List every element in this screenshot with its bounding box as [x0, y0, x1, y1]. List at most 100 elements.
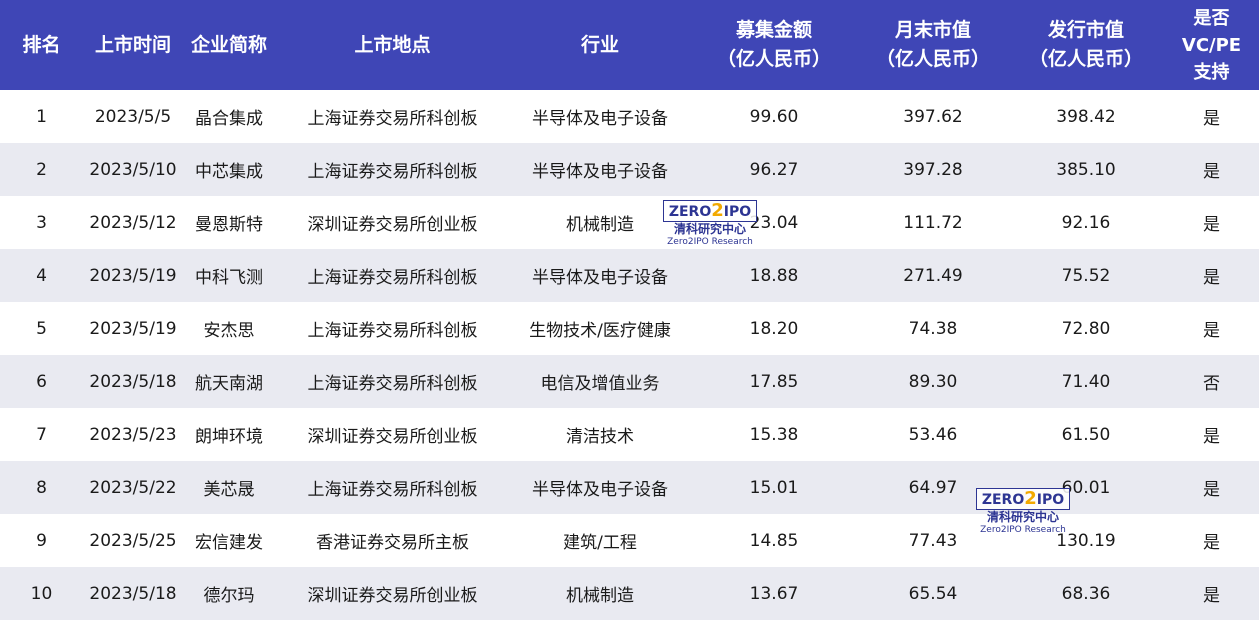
cell-industry: 电信及增值业务 — [510, 355, 690, 408]
cell-rank: 5 — [0, 302, 83, 355]
cell-issue-cap: 75.52 — [1008, 249, 1164, 302]
cell-issue-cap: 71.40 — [1008, 355, 1164, 408]
cell-exchange: 深圳证券交易所创业板 — [275, 567, 510, 620]
cell-date: 2023/5/18 — [83, 567, 183, 620]
cell-date: 2023/5/19 — [83, 302, 183, 355]
table-body: 1 2023/5/5 晶合集成 上海证券交易所科创板 半导体及电子设备 99.60 397.… — [0, 90, 1259, 620]
zero2ipo-logo: ZERO2IPO — [663, 200, 757, 222]
header-industry: 行业 — [510, 0, 690, 90]
cell-raised: 96.27 — [690, 143, 858, 196]
header-exchange: 上市地点 — [275, 0, 510, 90]
header-issue-cap: 发行市值 （亿人民币） — [1008, 0, 1164, 90]
cell-industry: 半导体及电子设备 — [510, 249, 690, 302]
table-row: 8 2023/5/22 美芯晟 上海证券交易所科创板 半导体及电子设备 15.01 64.9… — [0, 461, 1259, 514]
cell-exchange: 深圳证券交易所创业板 — [275, 408, 510, 461]
cell-vc-pe: 是 — [1164, 143, 1259, 196]
watermark-logo: ZERO2IPO 清科研究中心 Zero2IPO Research — [663, 200, 757, 254]
watermark-cn-2: 清科研究中心 — [986, 510, 1059, 524]
watermark-en-2: Zero2IPO Research — [980, 525, 1066, 535]
table-row: 1 2023/5/5 晶合集成 上海证券交易所科创板 半导体及电子设备 99.60 397.… — [0, 90, 1259, 143]
cell-date: 2023/5/12 — [83, 196, 183, 249]
cell-company: 美芯晟 — [183, 461, 275, 514]
cell-date: 2023/5/25 — [83, 514, 183, 567]
cell-month-end-cap: 397.28 — [858, 143, 1008, 196]
cell-company: 宏信建发 — [183, 514, 275, 567]
cell-industry: 半导体及电子设备 — [510, 143, 690, 196]
cell-raised: 13.67 — [690, 567, 858, 620]
cell-issue-cap: 385.10 — [1008, 143, 1164, 196]
cell-rank: 4 — [0, 249, 83, 302]
cell-vc-pe: 是 — [1164, 567, 1259, 620]
cell-rank: 3 — [0, 196, 83, 249]
table-row: 2 2023/5/10 中芯集成 上海证券交易所科创板 半导体及电子设备 96.27 397… — [0, 143, 1259, 196]
watermark-logo-2: ZERO2IPO 清科研究中心 Zero2IPO Research — [976, 488, 1070, 542]
cell-rank: 2 — [0, 143, 83, 196]
header-date: 上市时间 — [83, 0, 183, 90]
cell-issue-cap: 68.36 — [1008, 567, 1164, 620]
watermark-cn: 清科研究中心 — [673, 222, 746, 236]
cell-exchange: 上海证券交易所科创板 — [275, 143, 510, 196]
cell-vc-pe: 是 — [1164, 461, 1259, 514]
ipo-ranking-table: 排名 上市时间 企业简称 上市地点 行业 募集金额 （亿人民币） 月末市值 （亿… — [0, 0, 1259, 620]
header-raised: 募集金额 （亿人民币） — [690, 0, 858, 90]
cell-company: 中芯集成 — [183, 143, 275, 196]
cell-date: 2023/5/22 — [83, 461, 183, 514]
cell-issue-cap: 61.50 — [1008, 408, 1164, 461]
cell-date: 2023/5/18 — [83, 355, 183, 408]
cell-rank: 7 — [0, 408, 83, 461]
cell-raised: 15.38 — [690, 408, 858, 461]
cell-raised: 14.85 — [690, 514, 858, 567]
cell-company: 中科飞测 — [183, 249, 275, 302]
cell-raised: 17.85 — [690, 355, 858, 408]
header-issue-line1: 发行市值 — [1047, 19, 1124, 41]
table-row: 10 2023/5/18 德尔玛 深圳证券交易所创业板 机械制造 13.67 65.54 68… — [0, 567, 1259, 620]
cell-month-end-cap: 271.49 — [858, 249, 1008, 302]
cell-raised: 18.88 — [690, 249, 858, 302]
cell-company: 安杰思 — [183, 302, 275, 355]
cell-company: 德尔玛 — [183, 567, 275, 620]
cell-date: 2023/5/23 — [83, 408, 183, 461]
cell-vc-pe: 是 — [1164, 408, 1259, 461]
cell-rank: 9 — [0, 514, 83, 567]
cell-rank: 8 — [0, 461, 83, 514]
cell-date: 2023/5/5 — [83, 90, 183, 143]
header-raised-line1: 募集金额 — [735, 19, 812, 41]
table-row: 5 2023/5/19 安杰思 上海证券交易所科创板 生物技术/医疗健康 18.20 74.… — [0, 302, 1259, 355]
cell-month-end-cap: 65.54 — [858, 567, 1008, 620]
cell-industry: 建筑/工程 — [510, 514, 690, 567]
header-vc-pe: 是否 VC/PE 支持 — [1164, 0, 1259, 90]
cell-month-end-cap: 53.46 — [858, 408, 1008, 461]
cell-rank: 10 — [0, 567, 83, 620]
header-vc-line2: VC/PE — [1181, 34, 1242, 56]
header-month-end-cap: 月末市值 （亿人民币） — [858, 0, 1008, 90]
cell-exchange: 香港证券交易所主板 — [275, 514, 510, 567]
table-row: 6 2023/5/18 航天南湖 上海证券交易所科创板 电信及增值业务 17.85 89.3… — [0, 355, 1259, 408]
table-row: 3 2023/5/12 曼恩斯特 深圳证券交易所创业板 机械制造 23.04 111.72 9… — [0, 196, 1259, 249]
cell-vc-pe: 是 — [1164, 196, 1259, 249]
cell-company: 航天南湖 — [183, 355, 275, 408]
header-vc-line3: 支持 — [1193, 61, 1230, 83]
cell-company: 晶合集成 — [183, 90, 275, 143]
cell-company: 曼恩斯特 — [183, 196, 275, 249]
cell-industry: 清洁技术 — [510, 408, 690, 461]
table-row: 4 2023/5/19 中科飞测 上海证券交易所科创板 半导体及电子设备 18.88 271… — [0, 249, 1259, 302]
cell-industry: 机械制造 — [510, 567, 690, 620]
cell-month-end-cap: 89.30 — [858, 355, 1008, 408]
cell-raised: 18.20 — [690, 302, 858, 355]
cell-exchange: 上海证券交易所科创板 — [275, 249, 510, 302]
table-row: 9 2023/5/25 宏信建发 香港证券交易所主板 建筑/工程 14.85 77.43 13… — [0, 514, 1259, 567]
cell-vc-pe: 否 — [1164, 355, 1259, 408]
header-raised-line2: （亿人民币） — [716, 48, 831, 70]
cell-issue-cap: 398.42 — [1008, 90, 1164, 143]
cell-exchange: 上海证券交易所科创板 — [275, 90, 510, 143]
cell-date: 2023/5/10 — [83, 143, 183, 196]
cell-vc-pe: 是 — [1164, 302, 1259, 355]
table-header-row: 排名 上市时间 企业简称 上市地点 行业 募集金额 （亿人民币） 月末市值 （亿… — [0, 0, 1259, 90]
header-month-end-line1: 月末市值 — [894, 19, 971, 41]
cell-exchange: 上海证券交易所科创板 — [275, 461, 510, 514]
cell-month-end-cap: 74.38 — [858, 302, 1008, 355]
table-row: 7 2023/5/23 朗坤环境 深圳证券交易所创业板 清洁技术 15.38 53.46 61… — [0, 408, 1259, 461]
cell-vc-pe: 是 — [1164, 249, 1259, 302]
cell-exchange: 上海证券交易所科创板 — [275, 355, 510, 408]
header-rank: 排名 — [0, 0, 83, 90]
